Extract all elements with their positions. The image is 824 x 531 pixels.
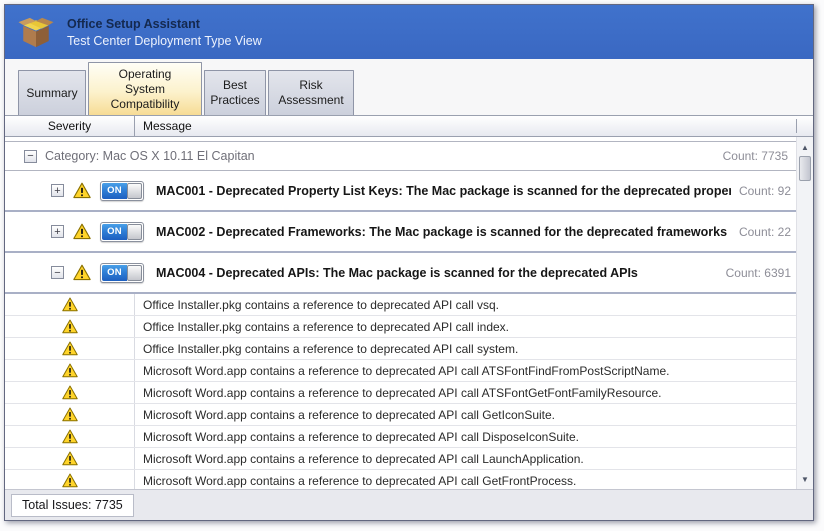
title-bar: Office Setup Assistant Test Center Deplo… — [5, 5, 813, 59]
severity-cell — [5, 382, 135, 403]
message-cell: Microsoft Word.app contains a reference … — [135, 448, 796, 469]
toggle-on-label: ON — [102, 224, 127, 240]
warning-icon — [62, 385, 78, 400]
severity-cell — [5, 338, 135, 359]
message-cell: Office Installer.pkg contains a referenc… — [135, 316, 796, 337]
severity-cell — [5, 360, 135, 381]
issue-row[interactable]: Microsoft Word.app contains a reference … — [5, 448, 796, 470]
rule-group-row-mac002[interactable]: + ON MAC002 - Deprecated Frameworks: The… — [5, 212, 796, 253]
severity-cell — [5, 470, 135, 489]
column-header-message[interactable]: Message — [135, 119, 796, 133]
toggle-knob — [127, 224, 142, 240]
warning-icon — [62, 429, 78, 444]
message-cell: Microsoft Word.app contains a reference … — [135, 470, 796, 489]
rule-on-off-toggle[interactable]: ON — [100, 263, 144, 283]
issue-row[interactable]: Microsoft Word.app contains a reference … — [5, 360, 796, 382]
warning-icon — [62, 451, 78, 466]
expand-icon[interactable]: + — [51, 184, 64, 197]
warning-icon — [73, 182, 91, 199]
collapse-icon[interactable]: − — [51, 266, 64, 279]
scrollbar-thumb[interactable] — [799, 156, 811, 181]
rule-count: Count: 22 — [731, 225, 791, 239]
warning-icon — [62, 319, 78, 334]
tab-risk-assessment[interactable]: Risk Assessment — [268, 70, 354, 115]
issue-row[interactable]: Microsoft Word.app contains a reference … — [5, 382, 796, 404]
message-cell: Microsoft Word.app contains a reference … — [135, 404, 796, 425]
warning-icon — [62, 297, 78, 312]
issues-grid: − Category: Mac OS X 10.11 El Capitan Co… — [5, 137, 813, 489]
status-bar: Total Issues: 7735 — [5, 489, 813, 520]
app-window: Office Setup Assistant Test Center Deplo… — [4, 4, 814, 521]
toggle-on-label: ON — [102, 265, 127, 281]
rule-group-row-mac004[interactable]: − ON MAC004 - Deprecated APIs: The Mac p… — [5, 253, 796, 294]
rule-title: MAC002 - Deprecated Frameworks: The Mac … — [156, 225, 727, 239]
severity-cell — [5, 316, 135, 337]
warning-icon — [73, 264, 91, 281]
message-cell: Microsoft Word.app contains a reference … — [135, 382, 796, 403]
issue-row[interactable]: Office Installer.pkg contains a referenc… — [5, 294, 796, 316]
category-label: Category: Mac OS X 10.11 El Capitan — [45, 149, 255, 163]
rule-on-off-toggle[interactable]: ON — [100, 222, 144, 242]
column-header-severity[interactable]: Severity — [5, 116, 135, 136]
grid-rows: − Category: Mac OS X 10.11 El Capitan Co… — [5, 137, 796, 489]
severity-cell — [5, 404, 135, 425]
rule-count: Count: 92 — [731, 184, 791, 198]
severity-cell — [5, 426, 135, 447]
toggle-knob — [127, 183, 142, 199]
rule-title: MAC001 - Deprecated Property List Keys: … — [156, 184, 731, 198]
message-cell: Office Installer.pkg contains a referenc… — [135, 338, 796, 359]
issue-row[interactable]: Microsoft Word.app contains a reference … — [5, 404, 796, 426]
expand-icon[interactable]: + — [51, 225, 64, 238]
warning-icon — [62, 473, 78, 488]
message-cell: Microsoft Word.app contains a reference … — [135, 360, 796, 381]
tab-best-practices[interactable]: Best Practices — [204, 70, 266, 115]
tab-strip: Summary Operating System Compatibility B… — [5, 59, 813, 115]
vertical-scrollbar[interactable]: ▲ ▼ — [796, 137, 813, 489]
column-header-end-divider — [796, 119, 813, 133]
scrollbar-down-button[interactable]: ▼ — [797, 471, 813, 487]
message-cell: Microsoft Word.app contains a reference … — [135, 426, 796, 447]
warning-icon — [62, 407, 78, 422]
tab-operating-system-compatibility[interactable]: Operating System Compatibility — [88, 62, 202, 115]
category-count: Count: 7735 — [715, 149, 788, 163]
tab-summary[interactable]: Summary — [18, 70, 86, 115]
rule-title: MAC004 - Deprecated APIs: The Mac packag… — [156, 266, 638, 280]
message-cell: Office Installer.pkg contains a referenc… — [135, 294, 796, 315]
app-subtitle: Test Center Deployment Type View — [67, 34, 262, 48]
issue-row[interactable]: Office Installer.pkg contains a referenc… — [5, 316, 796, 338]
toggle-knob — [127, 265, 142, 281]
severity-cell — [5, 448, 135, 469]
issue-row[interactable]: Office Installer.pkg contains a referenc… — [5, 338, 796, 360]
warning-icon — [62, 363, 78, 378]
scrollbar-up-button[interactable]: ▲ — [797, 139, 813, 155]
rule-on-off-toggle[interactable]: ON — [100, 181, 144, 201]
warning-icon — [73, 223, 91, 240]
rule-group-row-mac001[interactable]: + ON MAC001 - Deprecated Property List K… — [5, 171, 796, 212]
warning-icon — [62, 341, 78, 356]
package-box-icon — [17, 15, 55, 49]
category-row[interactable]: − Category: Mac OS X 10.11 El Capitan Co… — [5, 141, 796, 171]
grid-column-headers: Severity Message — [5, 115, 813, 137]
total-issues-box: Total Issues: 7735 — [11, 494, 134, 517]
rule-count: Count: 6391 — [718, 266, 791, 280]
app-title: Office Setup Assistant — [67, 17, 262, 31]
issue-row[interactable]: Microsoft Word.app contains a reference … — [5, 426, 796, 448]
collapse-icon[interactable]: − — [24, 150, 37, 163]
severity-cell — [5, 294, 135, 315]
toggle-on-label: ON — [102, 183, 127, 199]
title-block: Office Setup Assistant Test Center Deplo… — [67, 17, 262, 48]
issue-row[interactable]: Microsoft Word.app contains a reference … — [5, 470, 796, 489]
